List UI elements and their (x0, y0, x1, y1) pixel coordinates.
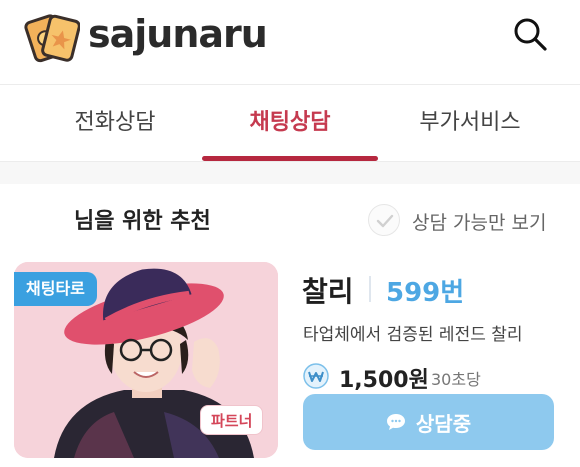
price-unit: 30초당 (431, 370, 481, 389)
consult-status-button[interactable]: 상담중 (303, 394, 554, 450)
counselor-number: 599번 (386, 278, 465, 308)
recommendation-title: 님을 위한 추천 (74, 209, 211, 234)
consult-button-label: 상담중 (415, 411, 472, 436)
tab-chat-consult[interactable]: 채팅상담 (210, 85, 370, 163)
chat-bubble-icon (386, 414, 405, 430)
price-value: 1,500원 (339, 368, 429, 393)
consult-button-content: 상담중 (303, 394, 554, 450)
counselor-name[interactable]: 찰리 (302, 270, 354, 310)
brand-logo-text[interactable]: sajunaru (88, 12, 268, 56)
section-divider (0, 162, 580, 184)
available-only-label: 상담 가능만 보기 (412, 212, 547, 234)
partner-badge: 파트너 (200, 405, 264, 435)
check-icon (376, 214, 394, 228)
tab-phone-consult[interactable]: 전화상담 (40, 85, 190, 163)
counselor-description: 타업체에서 검증된 레전드 찰리 (303, 325, 523, 345)
checkbox-circle[interactable] (368, 204, 400, 236)
active-tab-indicator (202, 156, 378, 161)
available-only-filter[interactable]: 상담 가능만 보기 (368, 204, 568, 238)
won-coin-icon (303, 363, 329, 389)
name-divider (369, 276, 371, 302)
category-badge: 채팅타로 (14, 272, 97, 306)
app-header: sajunaru (0, 0, 580, 84)
tarot-cards-logo-icon[interactable] (24, 10, 80, 64)
search-icon[interactable] (510, 14, 550, 54)
tab-extra-services[interactable]: 부가서비스 (390, 85, 550, 163)
category-tabs: 전화상담 채팅상담 부가서비스 (0, 84, 580, 162)
